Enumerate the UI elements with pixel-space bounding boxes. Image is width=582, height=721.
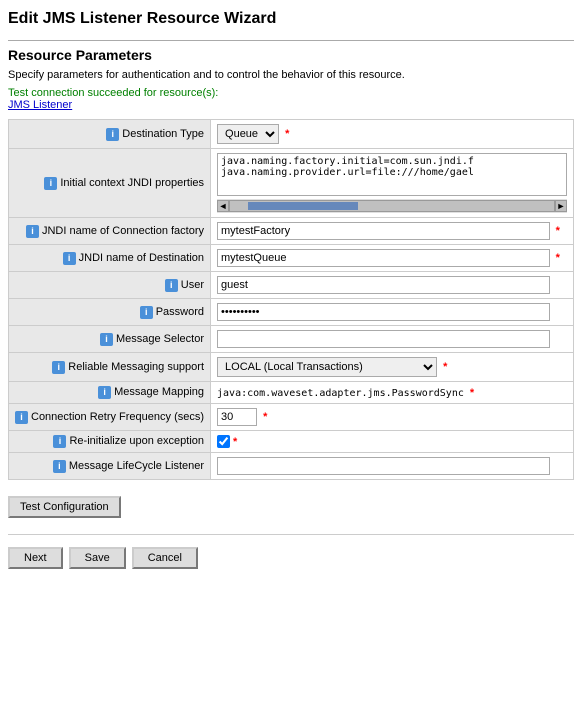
bottom-divider	[8, 534, 574, 535]
jndi-context-info-icon[interactable]: i	[44, 177, 57, 190]
destination-type-label-cell: iDestination Type	[9, 120, 211, 149]
table-row: iJNDI name of Connection factory *	[9, 218, 574, 245]
message-selector-info-icon[interactable]: i	[100, 333, 113, 346]
lifecycle-info-icon[interactable]: i	[53, 460, 66, 473]
table-row: iMessage Selector	[9, 326, 574, 353]
jndi-context-label-cell: iInitial context JNDI properties	[9, 149, 211, 218]
bottom-buttons: Next Save Cancel	[8, 543, 574, 573]
destination-label-cell: iJNDI name of Destination	[9, 245, 211, 272]
reinitialize-label: Re-initialize upon exception	[69, 435, 204, 447]
reliable-messaging-value-cell: LOCAL (Local Transactions) XA (Global Tr…	[211, 353, 574, 382]
scroll-right-icon[interactable]: ►	[555, 200, 567, 212]
message-selector-label: Message Selector	[116, 333, 204, 345]
save-button[interactable]: Save	[69, 547, 126, 569]
destination-value-cell: *	[211, 245, 574, 272]
destination-info-icon[interactable]: i	[63, 252, 76, 265]
reliable-messaging-label-cell: iReliable Messaging support	[9, 353, 211, 382]
password-input[interactable]	[217, 303, 549, 321]
connection-factory-info-icon[interactable]: i	[26, 225, 39, 238]
destination-type-select[interactable]: Queue Topic	[217, 124, 279, 144]
resource-link[interactable]: JMS Listener	[8, 99, 574, 111]
test-configuration-button[interactable]: Test Configuration	[8, 496, 121, 518]
table-row: iInitial context JNDI properties java.na…	[9, 149, 574, 218]
message-selector-value-cell	[211, 326, 574, 353]
table-row: iReliable Messaging support LOCAL (Local…	[9, 353, 574, 382]
table-row: iMessage Mapping java:com.waveset.adapte…	[9, 382, 574, 404]
destination-type-value-cell: Queue Topic *	[211, 120, 574, 149]
reliable-messaging-label: Reliable Messaging support	[68, 361, 204, 373]
lifecycle-value-cell	[211, 453, 574, 480]
retry-frequency-label-cell: iConnection Retry Frequency (secs)	[9, 404, 211, 431]
cancel-button[interactable]: Cancel	[132, 547, 198, 569]
table-row: iUser	[9, 272, 574, 299]
reinitialize-info-icon[interactable]: i	[53, 435, 66, 448]
message-selector-label-cell: iMessage Selector	[9, 326, 211, 353]
scroll-left-icon[interactable]: ◄	[217, 200, 229, 212]
retry-frequency-label: Connection Retry Frequency (secs)	[31, 411, 204, 423]
table-row: iRe-initialize upon exception *	[9, 431, 574, 453]
section-description: Specify parameters for authentication an…	[8, 69, 574, 81]
user-value-cell	[211, 272, 574, 299]
retry-frequency-input[interactable]	[217, 408, 257, 426]
jndi-context-textarea[interactable]: java.naming.factory.initial=com.sun.jndi…	[217, 153, 567, 196]
password-value-cell	[211, 299, 574, 326]
message-mapping-label-cell: iMessage Mapping	[9, 382, 211, 404]
reliable-messaging-select[interactable]: LOCAL (Local Transactions) XA (Global Tr…	[217, 357, 437, 377]
lifecycle-label-cell: iMessage LifeCycle Listener	[9, 453, 211, 480]
destination-required: *	[556, 252, 560, 264]
destination-type-label: Destination Type	[122, 128, 204, 140]
jndi-context-value-cell: java.naming.factory.initial=com.sun.jndi…	[211, 149, 574, 218]
password-info-icon[interactable]: i	[140, 306, 153, 319]
connection-factory-label-cell: iJNDI name of Connection factory	[9, 218, 211, 245]
message-mapping-value-cell: java:com.waveset.adapter.jms.PasswordSyn…	[211, 382, 574, 404]
table-row: iJNDI name of Destination *	[9, 245, 574, 272]
reliable-messaging-info-icon[interactable]: i	[52, 361, 65, 374]
user-label-cell: iUser	[9, 272, 211, 299]
table-row: iPassword	[9, 299, 574, 326]
message-mapping-required: *	[470, 387, 474, 399]
reinitialize-value-cell: *	[211, 431, 574, 453]
scrollbar-thumb	[248, 202, 358, 210]
form-table: iDestination Type Queue Topic * iInitial…	[8, 119, 574, 480]
reinitialize-label-cell: iRe-initialize upon exception	[9, 431, 211, 453]
table-row: iMessage LifeCycle Listener	[9, 453, 574, 480]
message-mapping-value: java:com.waveset.adapter.jms.PasswordSyn…	[217, 388, 464, 399]
reinitialize-required: *	[233, 436, 237, 448]
lifecycle-label: Message LifeCycle Listener	[69, 460, 204, 472]
user-label: User	[181, 279, 204, 291]
table-row: iConnection Retry Frequency (secs) *	[9, 404, 574, 431]
connection-factory-input[interactable]	[217, 222, 549, 240]
reliable-messaging-required: *	[443, 361, 447, 373]
section-title: Resource Parameters	[8, 47, 574, 63]
password-label-cell: iPassword	[9, 299, 211, 326]
destination-input[interactable]	[217, 249, 549, 267]
retry-frequency-required: *	[263, 411, 267, 423]
lifecycle-input[interactable]	[217, 457, 549, 475]
user-input[interactable]	[217, 276, 549, 294]
page-title: Edit JMS Listener Resource Wizard	[8, 10, 574, 28]
message-mapping-label: Message Mapping	[114, 386, 204, 398]
message-selector-input[interactable]	[217, 330, 549, 348]
destination-label: JNDI name of Destination	[79, 252, 204, 264]
connection-factory-value-cell: *	[211, 218, 574, 245]
table-row: iDestination Type Queue Topic *	[9, 120, 574, 149]
reinitialize-checkbox[interactable]	[217, 435, 230, 448]
retry-frequency-info-icon[interactable]: i	[15, 411, 28, 424]
connection-factory-required: *	[556, 225, 560, 237]
message-mapping-info-icon[interactable]: i	[98, 386, 111, 399]
retry-frequency-value-cell: *	[211, 404, 574, 431]
next-button[interactable]: Next	[8, 547, 63, 569]
password-label: Password	[156, 306, 204, 318]
destination-type-required: *	[285, 128, 289, 140]
connection-factory-label: JNDI name of Connection factory	[42, 225, 204, 237]
jndi-context-label: Initial context JNDI properties	[60, 177, 204, 189]
success-message: Test connection succeeded for resource(s…	[8, 87, 574, 99]
destination-type-info-icon[interactable]: i	[106, 128, 119, 141]
user-info-icon[interactable]: i	[165, 279, 178, 292]
